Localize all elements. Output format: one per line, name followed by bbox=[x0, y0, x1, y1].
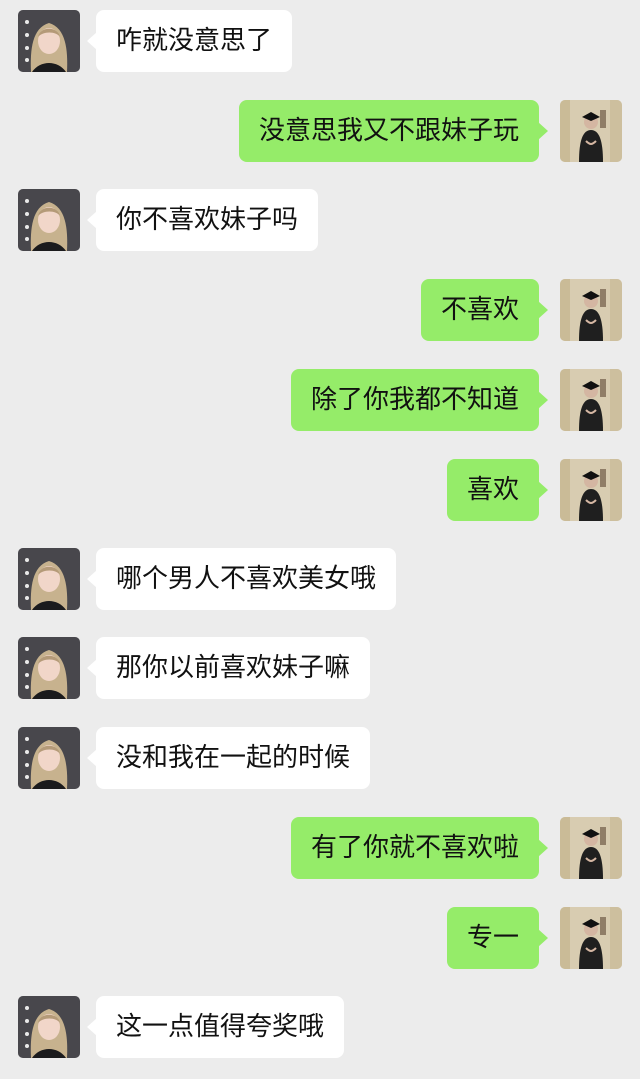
message-row-outgoing: 没意思我又不跟妹子玩 bbox=[0, 100, 640, 164]
message-row-incoming: 哪个男人不喜欢美女哦 bbox=[0, 548, 640, 612]
man-avatar-icon[interactable] bbox=[560, 369, 622, 431]
message-row-outgoing: 喜欢 bbox=[0, 459, 640, 523]
message-bubble-incoming[interactable]: 这一点值得夸奖哦 bbox=[86, 996, 345, 1058]
woman-avatar-icon[interactable] bbox=[18, 10, 80, 72]
chat-message-list[interactable]: 咋就没意思了 没意思我又不跟妹子玩 你不喜欢妹子吗 不喜欢 除了你我都不知道 喜… bbox=[0, 0, 640, 1079]
message-bubble-outgoing[interactable]: 喜欢 bbox=[446, 459, 549, 521]
message-bubble-outgoing[interactable]: 不喜欢 bbox=[420, 279, 549, 341]
message-row-outgoing: 专一 bbox=[0, 907, 640, 971]
message-row-incoming: 没和我在一起的时候 bbox=[0, 727, 640, 791]
message-bubble-incoming[interactable]: 你不喜欢妹子吗 bbox=[86, 189, 319, 251]
woman-avatar-icon[interactable] bbox=[18, 548, 80, 610]
message-bubble-outgoing[interactable]: 专一 bbox=[446, 907, 549, 969]
man-avatar-icon[interactable] bbox=[560, 279, 622, 341]
message-row-incoming: 你不喜欢妹子吗 bbox=[0, 189, 640, 253]
message-bubble-outgoing[interactable]: 没意思我又不跟妹子玩 bbox=[238, 100, 549, 162]
message-row-incoming: 那你以前喜欢妹子嘛 bbox=[0, 637, 640, 701]
message-row-incoming: 咋就没意思了 bbox=[0, 10, 640, 74]
woman-avatar-icon[interactable] bbox=[18, 189, 80, 251]
man-avatar-icon[interactable] bbox=[560, 459, 622, 521]
man-avatar-icon[interactable] bbox=[560, 100, 622, 162]
man-avatar-icon[interactable] bbox=[560, 907, 622, 969]
message-row-incoming: 这一点值得夸奖哦 bbox=[0, 996, 640, 1060]
woman-avatar-icon[interactable] bbox=[18, 996, 80, 1058]
message-bubble-incoming[interactable]: 没和我在一起的时候 bbox=[86, 727, 371, 789]
message-bubble-outgoing[interactable]: 除了你我都不知道 bbox=[290, 369, 549, 431]
woman-avatar-icon[interactable] bbox=[18, 727, 80, 789]
message-row-outgoing: 除了你我都不知道 bbox=[0, 369, 640, 433]
message-bubble-incoming[interactable]: 哪个男人不喜欢美女哦 bbox=[86, 548, 397, 610]
message-row-outgoing: 不喜欢 bbox=[0, 279, 640, 343]
woman-avatar-icon[interactable] bbox=[18, 637, 80, 699]
message-bubble-incoming[interactable]: 那你以前喜欢妹子嘛 bbox=[86, 637, 371, 699]
message-bubble-outgoing[interactable]: 有了你就不喜欢啦 bbox=[290, 817, 549, 879]
message-bubble-incoming[interactable]: 咋就没意思了 bbox=[86, 10, 293, 72]
message-row-outgoing: 有了你就不喜欢啦 bbox=[0, 817, 640, 881]
man-avatar-icon[interactable] bbox=[560, 817, 622, 879]
